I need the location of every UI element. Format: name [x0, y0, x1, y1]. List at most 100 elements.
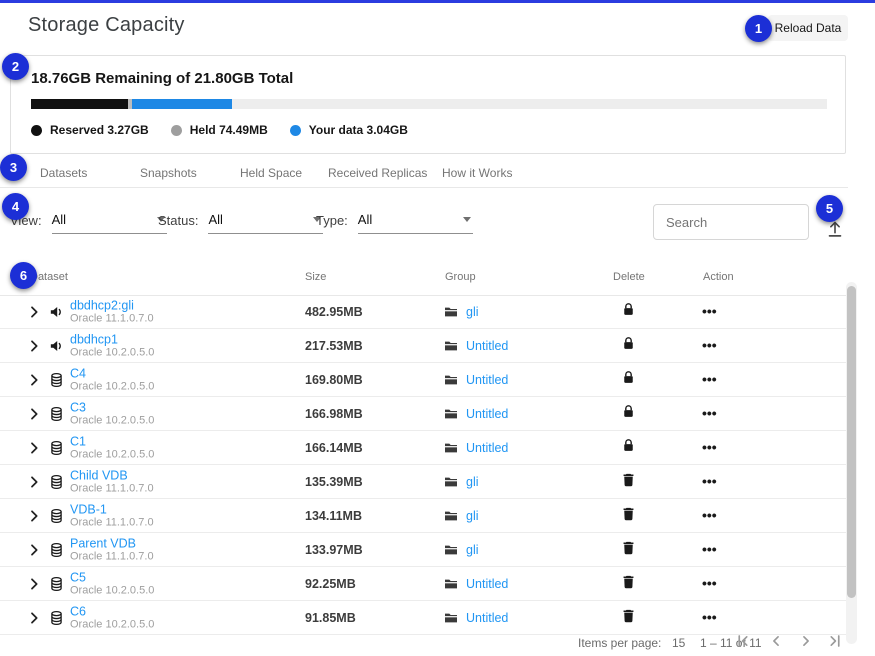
more-actions-button[interactable]: •••: [702, 473, 717, 489]
table-header: Dataset Size Group Delete Action: [0, 258, 846, 296]
dataset-name-link[interactable]: dbdhcp2:gli: [70, 298, 154, 312]
more-actions-button[interactable]: •••: [702, 439, 717, 455]
more-actions-button[interactable]: •••: [702, 405, 717, 421]
dataset-name-link[interactable]: Parent VDB: [70, 536, 154, 550]
capacity-panel: 18.76GB Remaining of 21.80GB Total Reser…: [10, 55, 846, 154]
dataset-name-link[interactable]: C1: [70, 434, 154, 448]
table-row: VDB-1 Oracle 11.1.0.7.0 134.11MB gli •••: [0, 499, 846, 533]
type-filter-select[interactable]: All: [358, 212, 473, 234]
folder-icon: [443, 474, 459, 490]
top-accent-strip: [0, 0, 875, 3]
database-icon: [48, 439, 65, 456]
reload-data-button[interactable]: Reload Data: [768, 15, 848, 41]
dataset-name-link[interactable]: Child VDB: [70, 468, 154, 482]
reserved-dot-icon: [31, 125, 42, 136]
group-link[interactable]: gli: [466, 305, 479, 319]
lock-icon[interactable]: [620, 369, 637, 386]
dsource-icon: [48, 337, 65, 354]
first-page-icon[interactable]: [731, 629, 755, 653]
type-filter-label: Type:: [316, 213, 348, 234]
expand-chevron-icon[interactable]: [26, 576, 42, 592]
lock-icon[interactable]: [620, 437, 637, 454]
expand-chevron-icon[interactable]: [26, 372, 42, 388]
view-filter: View: All: [10, 212, 167, 234]
delete-trash-icon[interactable]: [620, 471, 637, 488]
database-icon: [48, 473, 65, 490]
expand-chevron-icon[interactable]: [26, 406, 42, 422]
capacity-bar: [31, 99, 827, 109]
tab-datasets[interactable]: Datasets: [40, 166, 87, 180]
dataset-name-link[interactable]: C3: [70, 400, 154, 414]
group-link[interactable]: Untitled: [466, 611, 508, 625]
expand-chevron-icon[interactable]: [26, 508, 42, 524]
legend-label: Reserved 3.27GB: [50, 123, 149, 137]
legend-item-held: Held 74.49MB: [171, 123, 268, 137]
filter-bar: View: All Status: All Type: All: [0, 196, 875, 254]
scrollbar-thumb[interactable]: [847, 286, 856, 598]
lock-icon[interactable]: [620, 403, 637, 420]
last-page-icon[interactable]: [823, 629, 847, 653]
database-icon: [48, 405, 65, 422]
tab-snapshots[interactable]: Snapshots: [140, 166, 197, 180]
group-link[interactable]: gli: [466, 509, 479, 523]
more-actions-button[interactable]: •••: [702, 507, 717, 523]
expand-chevron-icon[interactable]: [26, 338, 42, 354]
dataset-name-link[interactable]: C6: [70, 604, 154, 618]
delete-trash-icon[interactable]: [620, 505, 637, 522]
group-link[interactable]: Untitled: [466, 373, 508, 387]
previous-page-icon[interactable]: [764, 629, 788, 653]
group-link[interactable]: Untitled: [466, 407, 508, 421]
dataset-size: 166.98MB: [305, 407, 363, 421]
dataset-engine: Oracle 10.2.0.5.0: [70, 448, 154, 461]
search-input[interactable]: [653, 204, 809, 240]
items-per-page-value[interactable]: 15: [672, 636, 685, 650]
database-icon: [48, 575, 65, 592]
lock-icon[interactable]: [620, 301, 637, 318]
expand-chevron-icon[interactable]: [26, 542, 42, 558]
tab-received-replicas[interactable]: Received Replicas: [328, 166, 427, 180]
expand-chevron-icon[interactable]: [26, 610, 42, 626]
more-actions-button[interactable]: •••: [702, 371, 717, 387]
group-link[interactable]: Untitled: [466, 577, 508, 591]
expand-chevron-icon[interactable]: [26, 474, 42, 490]
expand-chevron-icon[interactable]: [26, 304, 42, 320]
lock-icon[interactable]: [620, 335, 637, 352]
delete-trash-icon[interactable]: [620, 573, 637, 590]
folder-icon: [443, 576, 459, 592]
group-link[interactable]: Untitled: [466, 339, 508, 353]
items-per-page-label: Items per page:: [578, 636, 661, 650]
more-actions-button[interactable]: •••: [702, 303, 717, 319]
tab-how-it-works[interactable]: How it Works: [442, 166, 512, 180]
status-filter: Status: All: [158, 212, 323, 234]
tab-held-space[interactable]: Held Space: [240, 166, 302, 180]
expand-chevron-icon[interactable]: [26, 440, 42, 456]
dropdown-caret-icon: [463, 217, 471, 222]
status-filter-select[interactable]: All: [208, 212, 323, 234]
view-filter-select[interactable]: All: [52, 212, 167, 234]
folder-icon: [443, 610, 459, 626]
dataset-name-link[interactable]: C4: [70, 366, 154, 380]
annotation-callout-3: 3: [0, 154, 27, 181]
dataset-name-link[interactable]: dbdhcp1: [70, 332, 154, 346]
delete-trash-icon[interactable]: [620, 607, 637, 624]
delete-trash-icon[interactable]: [620, 539, 637, 556]
type-filter: Type: All: [316, 212, 473, 234]
dataset-name-link[interactable]: C5: [70, 570, 154, 584]
annotation-callout-6: 6: [10, 262, 37, 289]
more-actions-button[interactable]: •••: [702, 609, 717, 625]
group-link[interactable]: Untitled: [466, 441, 508, 455]
group-link[interactable]: gli: [466, 475, 479, 489]
more-actions-button[interactable]: •••: [702, 541, 717, 557]
next-page-icon[interactable]: [794, 629, 818, 653]
capacity-summary: 18.76GB Remaining of 21.80GB Total: [31, 70, 293, 87]
capacity-legend: Reserved 3.27GB Held 74.49MB Your data 3…: [31, 123, 408, 137]
dataset-name-link[interactable]: VDB-1: [70, 502, 154, 516]
table-row: C4 Oracle 10.2.0.5.0 169.80MB Untitled •…: [0, 363, 846, 397]
column-header-delete: Delete: [613, 271, 645, 283]
more-actions-button[interactable]: •••: [702, 337, 717, 353]
vertical-scrollbar[interactable]: [846, 282, 857, 644]
tab-bar: Datasets Snapshots Held Space Received R…: [0, 159, 848, 188]
more-actions-button[interactable]: •••: [702, 575, 717, 591]
group-link[interactable]: gli: [466, 543, 479, 557]
table-row: C5 Oracle 10.2.0.5.0 92.25MB Untitled ••…: [0, 567, 846, 601]
